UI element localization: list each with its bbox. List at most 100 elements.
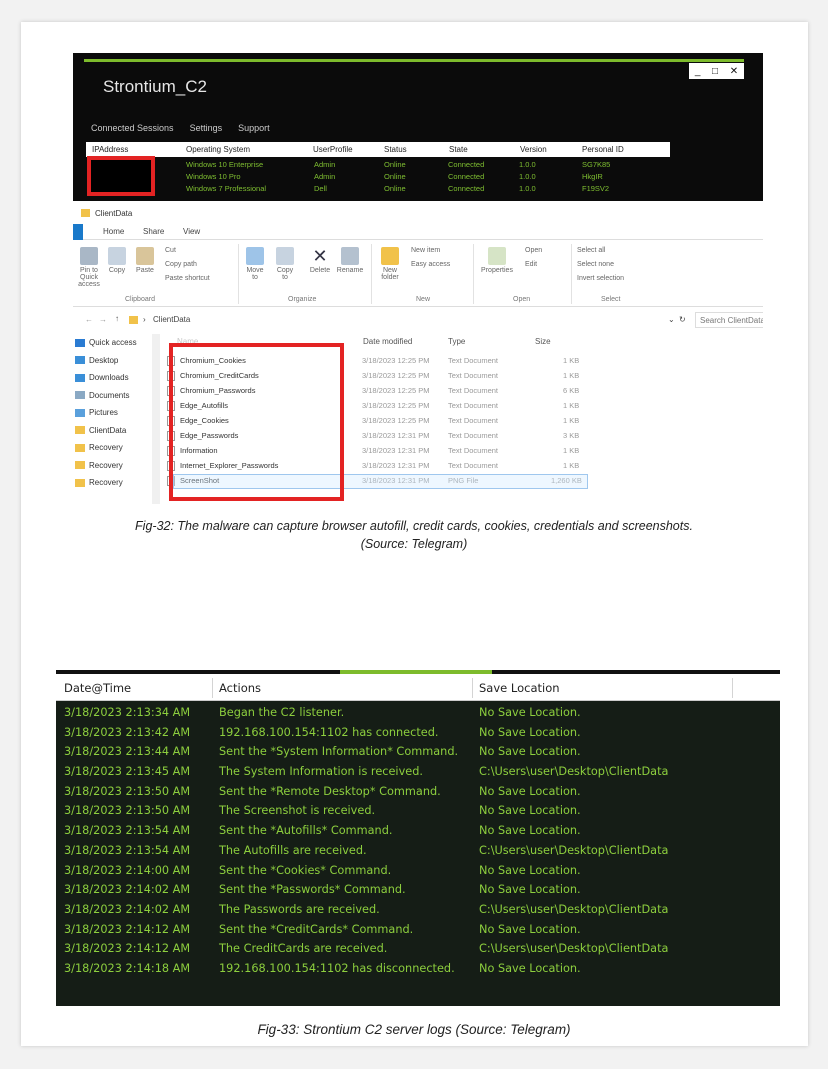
log-row[interactable]: 3/18/2023 2:14:12 AM The CreditCards are …	[56, 939, 780, 959]
edit-button[interactable]: Edit	[525, 261, 537, 268]
copy-icon	[108, 247, 126, 265]
log-row[interactable]: 3/18/2023 2:14:12 AM Sent the *CreditCard…	[56, 920, 780, 940]
tab-view[interactable]: View	[183, 227, 200, 236]
col-save-location[interactable]: Save Location	[479, 681, 560, 695]
log-save-location: No Save Location.	[479, 922, 581, 936]
session-row[interactable]: Windows 7 Professional Dell Online Conne…	[73, 183, 763, 195]
window-controls: _ □ ✕	[689, 63, 744, 79]
up-icon[interactable]: ↑	[115, 314, 119, 323]
nav-downloads[interactable]: Downloads	[73, 369, 155, 387]
log-datetime: 3/18/2023 2:14:02 AM	[64, 902, 191, 916]
nav-recovery[interactable]: Recovery	[73, 439, 155, 457]
properties-button[interactable]: Properties	[477, 247, 517, 274]
col-datetime[interactable]: Date@Time	[64, 681, 131, 695]
log-row[interactable]: 3/18/2023 2:13:44 AM Sent the *System Inf…	[56, 742, 780, 762]
file-tab[interactable]	[73, 224, 83, 240]
paste-shortcut-button[interactable]: Paste shortcut	[165, 275, 210, 282]
paste-button[interactable]: Paste	[133, 247, 157, 274]
log-row[interactable]: 3/18/2023 2:13:45 AM The System Informati…	[56, 762, 780, 782]
col-actions[interactable]: Actions	[219, 681, 261, 695]
refresh-icon[interactable]: ↻	[679, 315, 686, 324]
col-size[interactable]: Size	[535, 337, 551, 346]
pin-quick-access-button[interactable]: Pin to Quick access	[75, 247, 103, 288]
rename-button[interactable]: Rename	[335, 247, 365, 274]
copy-button[interactable]: Copy	[105, 247, 129, 274]
menu-connected-sessions[interactable]: Connected Sessions	[91, 123, 174, 133]
col-ipaddress[interactable]: IPAddress	[92, 145, 128, 154]
tab-share[interactable]: Share	[143, 227, 164, 236]
address-path[interactable]: ClientData	[153, 315, 190, 324]
log-rows: 3/18/2023 2:13:34 AM Began the C2 listene…	[56, 703, 780, 979]
nav-pictures[interactable]: Pictures	[73, 404, 155, 422]
cell-os: Windows 10 Pro	[186, 172, 241, 181]
col-date-modified[interactable]: Date modified	[363, 337, 412, 346]
session-row[interactable]: Windows 10 Enterprise Admin Online Conne…	[73, 159, 763, 171]
log-row[interactable]: 3/18/2023 2:14:00 AM Sent the *Cookies* C…	[56, 861, 780, 881]
log-row[interactable]: 3/18/2023 2:13:42 AM 192.168.100.154:1102…	[56, 723, 780, 743]
col-personal-id[interactable]: Personal ID	[582, 145, 624, 154]
log-action: The Autofills are received.	[219, 843, 367, 857]
nav-recovery[interactable]: Recovery	[73, 474, 155, 492]
nav-documents[interactable]: Documents	[73, 387, 155, 405]
menu-support[interactable]: Support	[238, 123, 270, 133]
col-os[interactable]: Operating System	[186, 145, 250, 154]
divider	[238, 244, 239, 304]
col-state[interactable]: State	[449, 145, 468, 154]
search-input[interactable]: Search ClientData	[695, 312, 763, 328]
divider	[571, 244, 572, 304]
log-action: Sent the *CreditCards* Command.	[219, 922, 414, 936]
pin-icon	[80, 247, 98, 265]
nav-scrollbar[interactable]	[152, 334, 160, 504]
move-to-button[interactable]: Move to	[243, 247, 267, 281]
log-row[interactable]: 3/18/2023 2:13:50 AM The Screenshot is re…	[56, 801, 780, 821]
log-save-location: No Save Location.	[479, 863, 581, 877]
session-row[interactable]: Windows 10 Pro Admin Online Connected 1.…	[73, 171, 763, 183]
log-row[interactable]: 3/18/2023 2:13:54 AM The Autofills are re…	[56, 841, 780, 861]
nav-quick-access[interactable]: Quick access	[73, 334, 155, 352]
close-icon[interactable]: ✕	[730, 66, 738, 77]
figure-33-caption: Fig-33: Strontium C2 server logs (Source…	[257, 1022, 571, 1037]
log-row[interactable]: 3/18/2023 2:14:18 AM 192.168.100.154:1102…	[56, 959, 780, 979]
chevron-down-icon[interactable]: ⌄	[668, 315, 675, 324]
select-none-button[interactable]: Select none	[577, 261, 614, 268]
log-row[interactable]: 3/18/2023 2:14:02 AM Sent the *Passwords*…	[56, 880, 780, 900]
tab-home[interactable]: Home	[103, 227, 124, 236]
new-item-button[interactable]: New item	[411, 247, 440, 254]
easy-access-button[interactable]: Easy access	[411, 261, 450, 268]
log-row[interactable]: 3/18/2023 2:14:02 AM The Passwords are re…	[56, 900, 780, 920]
delete-button[interactable]: ✕ Delete	[307, 247, 333, 274]
copy-to-button[interactable]: Copy to	[273, 247, 297, 281]
new-folder-icon	[381, 247, 399, 265]
nav-clientdata[interactable]: ClientData	[73, 422, 155, 440]
log-datetime: 3/18/2023 2:13:54 AM	[64, 824, 191, 838]
address-bar[interactable]: ← → ↑ › ClientData ⌄ ↻ Search ClientData	[73, 312, 763, 328]
new-folder-button[interactable]: New folder	[377, 247, 403, 281]
log-datetime: 3/18/2023 2:13:54 AM	[64, 843, 191, 857]
col-userprofile[interactable]: UserProfile	[313, 145, 353, 154]
column-divider	[732, 678, 733, 698]
nav-desktop[interactable]: Desktop	[73, 352, 155, 370]
back-icon[interactable]: ←	[85, 315, 93, 324]
cut-button[interactable]: Cut	[165, 247, 176, 254]
folder-icon	[81, 209, 90, 217]
invert-selection-button[interactable]: Invert selection	[577, 275, 624, 282]
col-type[interactable]: Type	[448, 337, 465, 346]
log-row[interactable]: 3/18/2023 2:13:54 AM Sent the *Autofills*…	[56, 821, 780, 841]
maximize-icon[interactable]: □	[712, 66, 718, 77]
select-all-button[interactable]: Select all	[577, 247, 605, 254]
copy-path-button[interactable]: Copy path	[165, 261, 197, 268]
minimize-icon[interactable]: _	[695, 66, 701, 77]
log-row[interactable]: 3/18/2023 2:13:34 AM Began the C2 listene…	[56, 703, 780, 723]
menu-settings[interactable]: Settings	[190, 123, 223, 133]
log-row[interactable]: 3/18/2023 2:13:50 AM Sent the *Remote Des…	[56, 782, 780, 802]
log-datetime: 3/18/2023 2:14:12 AM	[64, 922, 191, 936]
open-button[interactable]: Open	[525, 247, 542, 254]
col-version[interactable]: Version	[520, 145, 547, 154]
cell-os: Windows 7 Professional	[186, 184, 267, 193]
col-status[interactable]: Status	[384, 145, 407, 154]
download-icon	[75, 373, 85, 382]
cell-version: 1.0.0	[519, 184, 536, 193]
forward-icon[interactable]: →	[99, 315, 107, 324]
file-explorer-screenshot: ClientData Home Share View Pin to Quick …	[73, 204, 763, 504]
nav-recovery[interactable]: Recovery	[73, 457, 155, 475]
